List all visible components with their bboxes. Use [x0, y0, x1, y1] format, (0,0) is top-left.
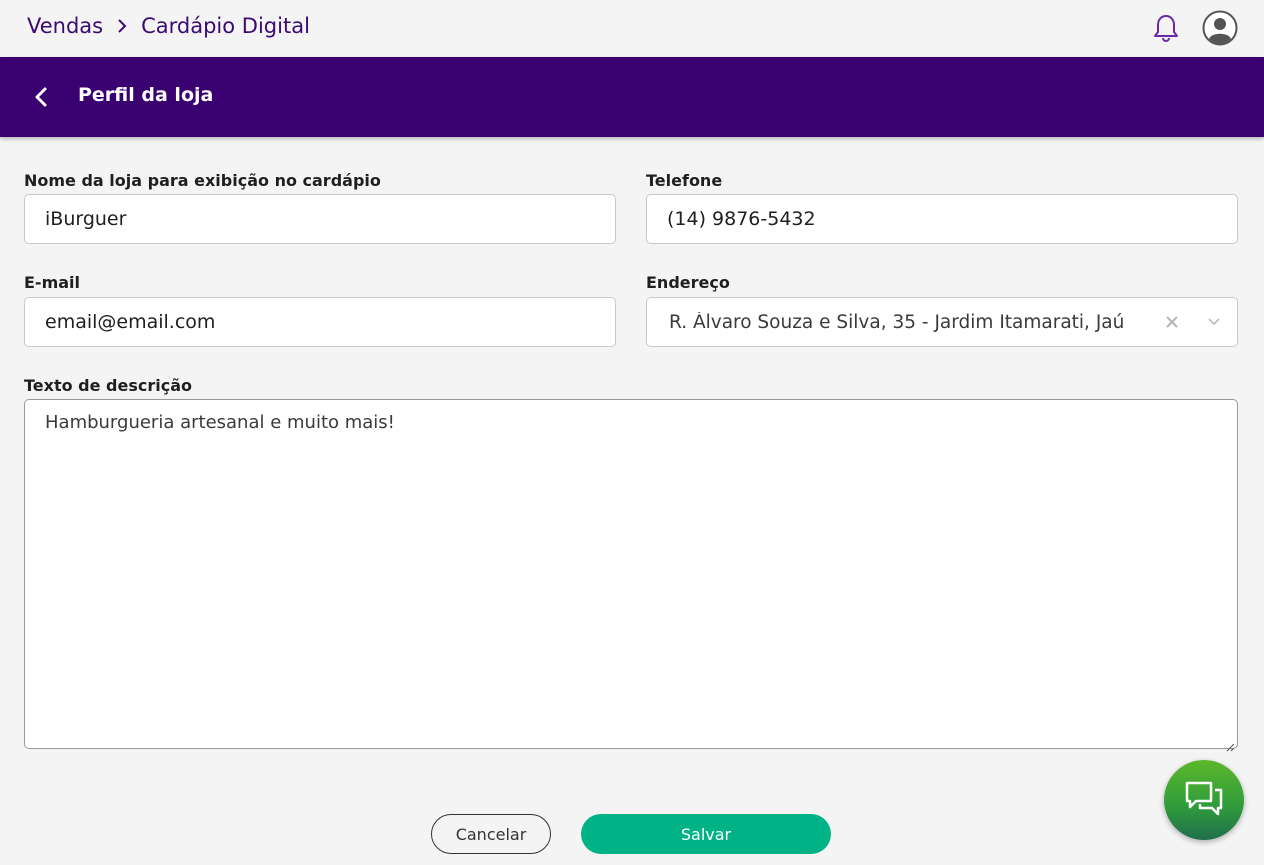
address-label: Endereço — [646, 273, 730, 292]
description-label: Texto de descrição — [24, 376, 193, 395]
address-select[interactable]: R. Álvaro Souza e Silva, 35 - Jardim Ita… — [646, 297, 1238, 347]
phone-value: (14) 9876-5432 — [667, 208, 816, 230]
chevron-left-icon[interactable] — [28, 83, 54, 111]
chevron-right-icon — [117, 18, 127, 34]
user-avatar-icon[interactable] — [1202, 10, 1238, 46]
chat-bubbles-icon — [1184, 780, 1224, 820]
resize-handle-icon[interactable] — [1225, 736, 1235, 752]
top-bar: Vendas Cardápio Digital — [0, 0, 1264, 57]
page-header: Perfil da loja — [0, 57, 1264, 137]
breadcrumb-parent[interactable]: Vendas — [27, 14, 103, 38]
email-value: email@email.com — [45, 311, 216, 333]
bell-icon[interactable] — [1152, 10, 1180, 46]
description-value: Hamburgueria artesanal e muito mais! — [45, 412, 395, 433]
page-title: Perfil da loja — [78, 84, 214, 106]
email-label: E-mail — [24, 273, 81, 292]
clear-icon[interactable] — [1163, 313, 1181, 331]
breadcrumb-current: Cardápio Digital — [141, 14, 310, 38]
breadcrumb: Vendas Cardápio Digital — [27, 14, 310, 38]
chat-button[interactable] — [1164, 760, 1244, 840]
cancel-button[interactable]: Cancelar — [431, 814, 551, 854]
email-input[interactable]: email@email.com — [24, 297, 616, 347]
store-name-value: iBurguer — [45, 208, 127, 230]
chevron-down-icon[interactable] — [1205, 313, 1223, 331]
save-button[interactable]: Salvar — [581, 814, 831, 854]
phone-label: Telefone — [646, 171, 723, 190]
store-name-label: Nome da loja para exibição no cardápio — [24, 171, 381, 190]
description-textarea[interactable]: Hamburgueria artesanal e muito mais! — [24, 399, 1238, 752]
phone-input[interactable]: (14) 9876-5432 — [646, 194, 1238, 244]
address-value: R. Álvaro Souza e Silva, 35 - Jardim Ita… — [669, 311, 1125, 333]
store-name-input[interactable]: iBurguer — [24, 194, 616, 244]
